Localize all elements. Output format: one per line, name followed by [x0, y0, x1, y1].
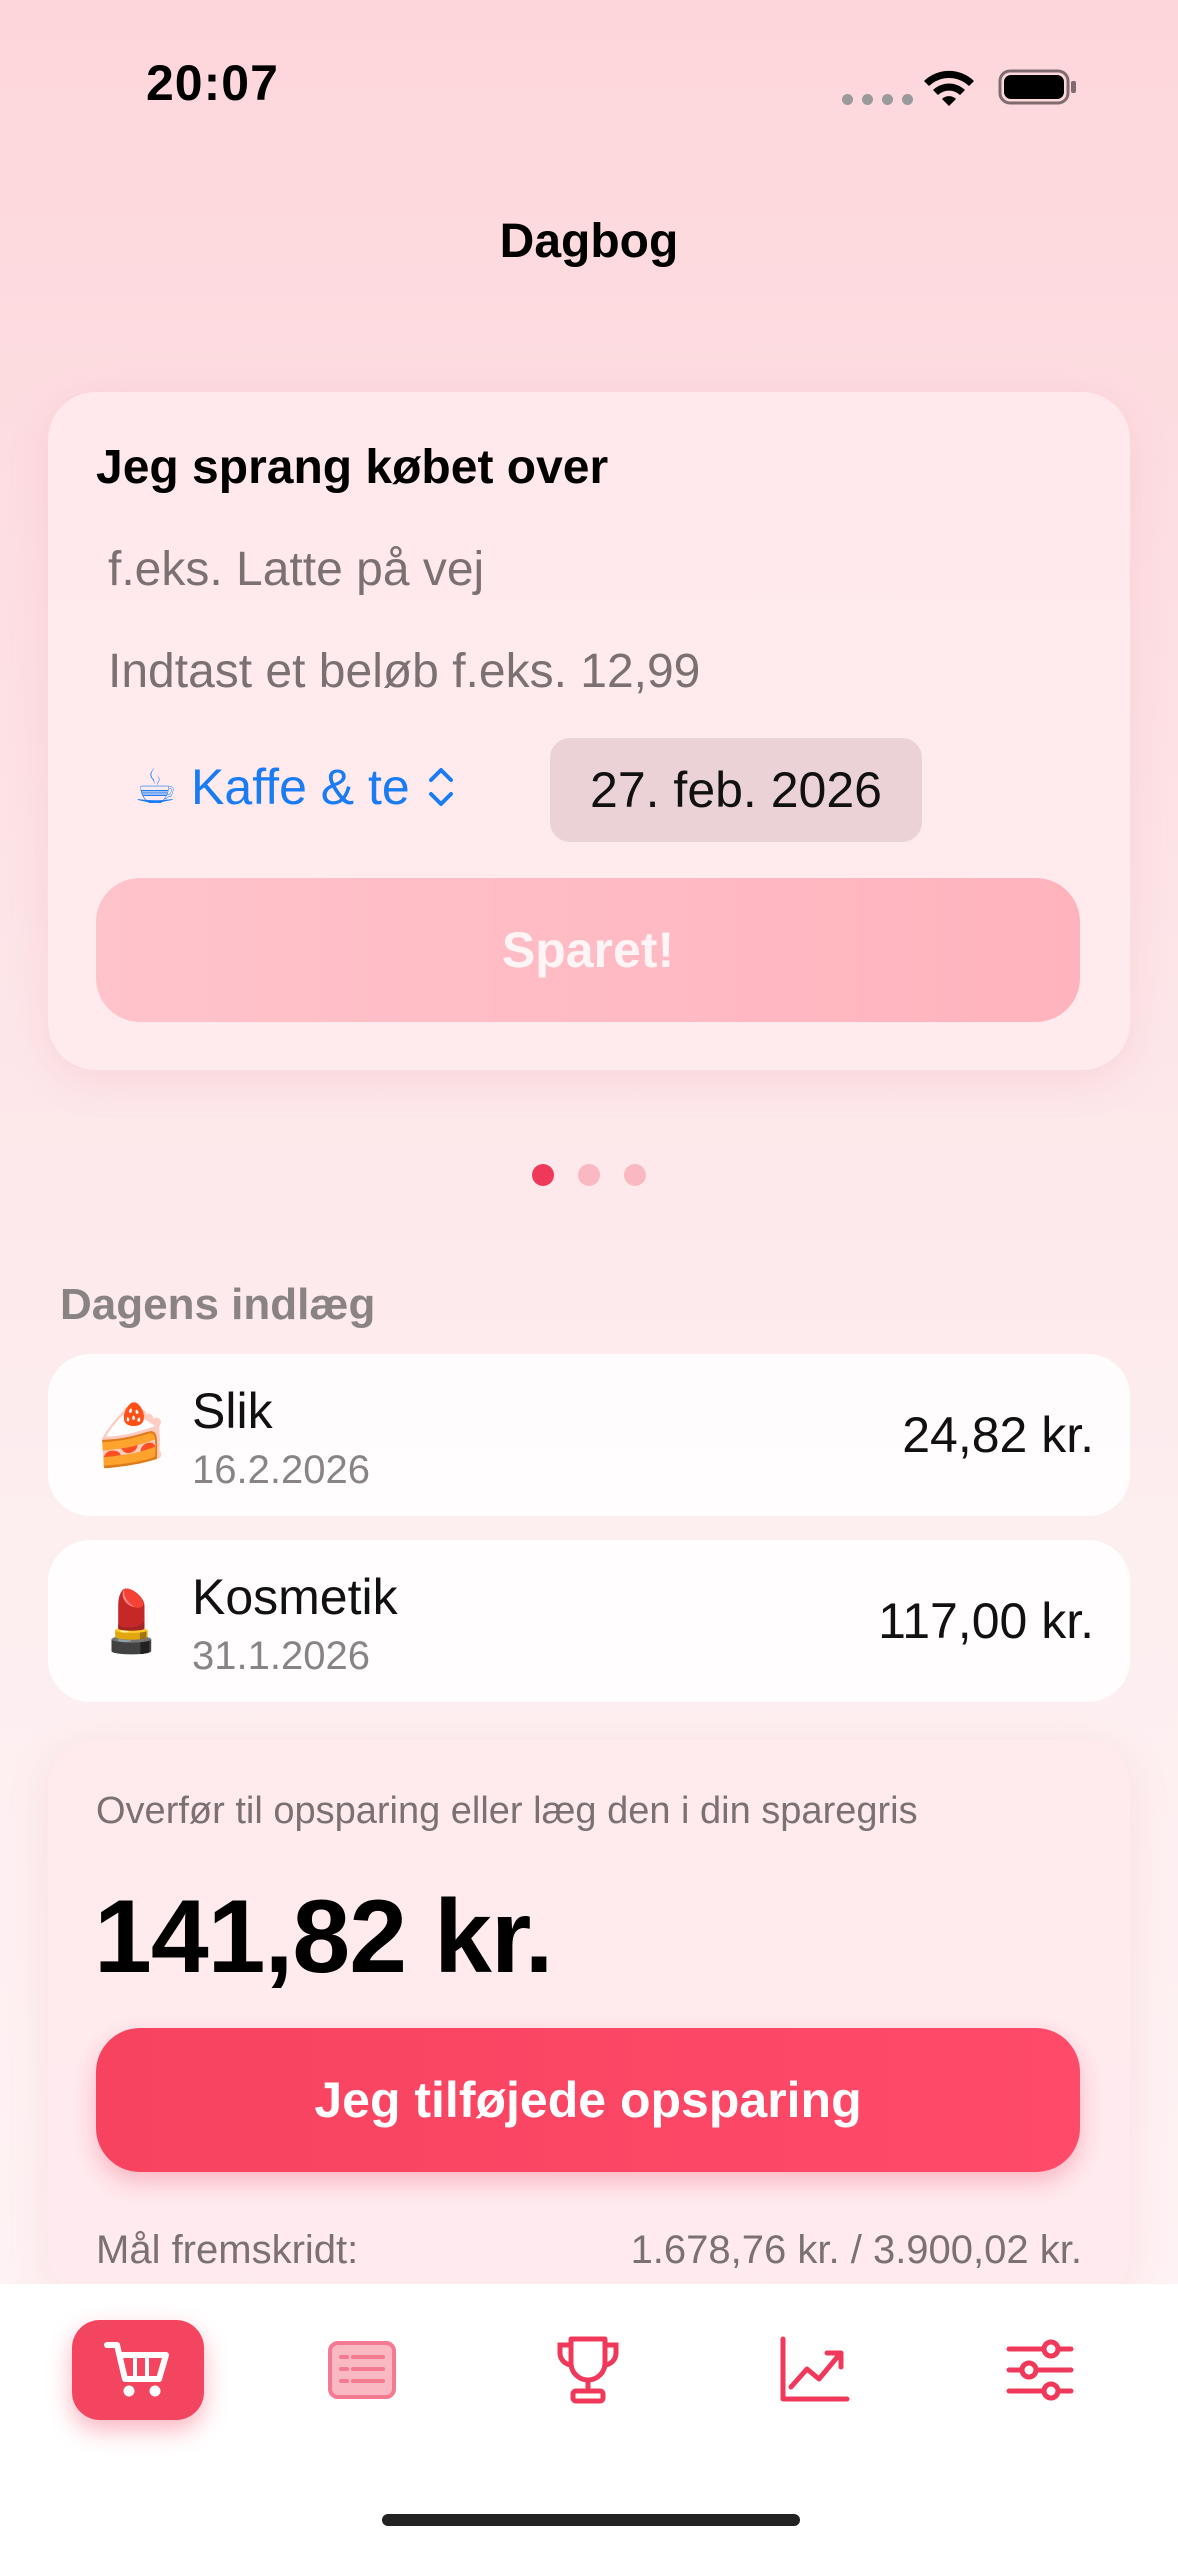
- page-indicator[interactable]: [532, 1164, 646, 1186]
- page-dot-2[interactable]: [578, 1164, 600, 1186]
- note-input[interactable]: f.eks. Latte på vej: [108, 542, 484, 597]
- cake-icon: 🍰: [94, 1402, 169, 1469]
- list-item[interactable]: 💄 Kosmetik 31.1.2026 117,00 kr.: [48, 1540, 1130, 1702]
- add-savings-button[interactable]: Jeg tilføjede opsparing: [96, 2028, 1080, 2172]
- savings-summary-card: Overfør til opsparing eller læg den i di…: [48, 1740, 1130, 2300]
- date-picker[interactable]: 27. feb. 2026: [550, 738, 922, 842]
- entry-date: 16.2.2026: [192, 1448, 370, 1492]
- saved-button[interactable]: Sparet!: [96, 878, 1080, 1022]
- entry-name: Slik: [192, 1383, 273, 1439]
- tab-chart[interactable]: [748, 2320, 880, 2420]
- wifi-icon: [924, 70, 974, 106]
- sliders-icon: [1006, 2339, 1074, 2401]
- page-dot-1[interactable]: [532, 1164, 554, 1186]
- amount-input[interactable]: Indtast et beløb f.eks. 12,99: [108, 644, 700, 699]
- entry-date: 31.1.2026: [192, 1634, 370, 1678]
- goal-progress-value: 1.678,76 kr. / 3.900,02 kr.: [630, 2228, 1082, 2272]
- list-icon: [328, 2341, 396, 2399]
- list-item[interactable]: 🍰 Slik 16.2.2026 24,82 kr.: [48, 1354, 1130, 1516]
- status-bar: 20:07: [0, 0, 1178, 170]
- skip-purchase-title: Jeg sprang købet over: [96, 441, 609, 494]
- tab-bar: [0, 2284, 1178, 2556]
- status-time: 20:07: [146, 55, 279, 111]
- chevron-up-down-icon: [428, 768, 453, 806]
- cellular-signal-icon: [842, 94, 913, 105]
- trophy-icon: [557, 2336, 619, 2404]
- goal-progress-label: Mål fremskridt:: [96, 2228, 359, 2272]
- lipstick-icon: 💄: [94, 1588, 169, 1655]
- cart-icon: [104, 2342, 169, 2397]
- tab-settings[interactable]: [974, 2320, 1106, 2420]
- entry-name: Kosmetik: [192, 1569, 398, 1625]
- tab-trophy[interactable]: [522, 2320, 654, 2420]
- page-dot-3[interactable]: [624, 1164, 646, 1186]
- category-label: Kaffe & te: [191, 759, 410, 815]
- today-entries-header: Dagens indlæg: [60, 1280, 376, 1329]
- summary-label: Overfør til opsparing eller læg den i di…: [96, 1790, 918, 1832]
- skip-purchase-card: Jeg sprang købet over f.eks. Latte på ve…: [48, 392, 1130, 1070]
- page-title: Dagbog: [499, 215, 679, 268]
- tab-cart[interactable]: [72, 2320, 204, 2420]
- category-picker[interactable]: ☕ Kaffe & te: [134, 758, 458, 816]
- entry-amount: 24,82 kr.: [902, 1407, 1094, 1463]
- summary-total: 141,82 kr.: [94, 1879, 553, 1995]
- chart-icon: [780, 2336, 850, 2402]
- tab-list[interactable]: [296, 2320, 428, 2420]
- coffee-icon: ☕: [134, 761, 178, 814]
- entry-amount: 117,00 kr.: [878, 1593, 1094, 1649]
- battery-icon: [998, 69, 1076, 105]
- home-indicator: [382, 2514, 800, 2526]
